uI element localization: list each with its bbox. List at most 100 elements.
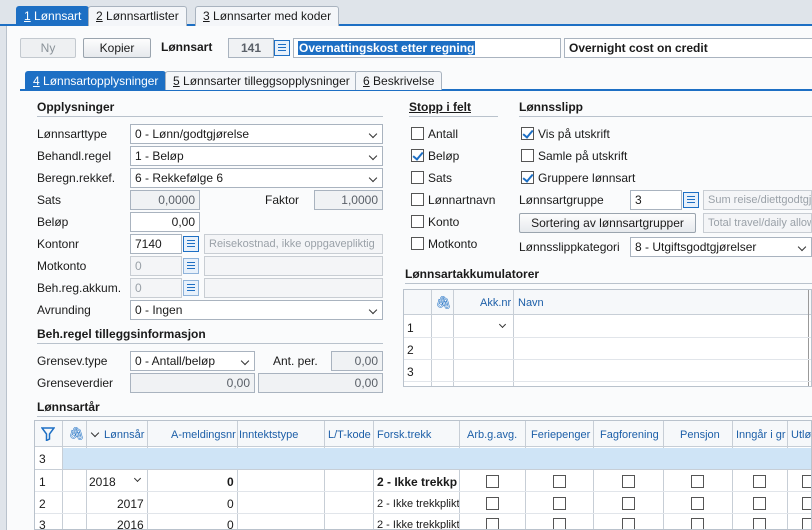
attachment-icon[interactable]: 🖇 (68, 426, 85, 442)
pensjon-checkbox[interactable] (691, 497, 704, 510)
faktor-field[interactable]: 1,0000 (314, 190, 383, 210)
motkonto-description (204, 256, 383, 276)
avrunding-select[interactable]: 0 - Ingen (130, 300, 383, 320)
filter-icon[interactable] (41, 427, 55, 441)
belop-field[interactable]: 0,00 (130, 212, 200, 232)
lonnsslippkategori-select[interactable]: 8 - Utgiftsgodtgjørelser (630, 237, 812, 257)
lonnsart-name-english-field[interactable]: Overnight cost on credit (564, 38, 812, 58)
tab-lonnsarter-med-koder[interactable]: 3 Lønnsarter med koder (195, 6, 340, 26)
lookup-list-icon[interactable] (183, 280, 199, 296)
tab-label: Lønnsarter med koder (209, 9, 332, 23)
stopp-belop-checkbox[interactable] (411, 149, 424, 162)
inngar-checkbox[interactable] (753, 475, 766, 488)
col-amelding[interactable]: A-meldingsnr (171, 429, 236, 441)
grenseverdier-label: Grenseverdier (37, 376, 114, 390)
chevron-down-icon[interactable] (498, 320, 507, 329)
tab-lonnsart[interactable]: 1 Lønnsart (16, 6, 90, 26)
new-button[interactable]: Ny (20, 38, 76, 58)
inngar-checkbox[interactable] (753, 497, 766, 510)
beregn-rekkef-label: Beregn.rekkef. (37, 171, 116, 185)
lookup-list-icon[interactable] (683, 192, 699, 208)
row-number: 2 (39, 497, 46, 511)
attachment-icon[interactable]: 🖇 (435, 295, 452, 311)
arbg-checkbox[interactable] (486, 475, 499, 488)
tab-label: Lønnsartopplysninger (39, 74, 159, 88)
fag-checkbox[interactable] (622, 497, 635, 510)
stopp-konto-checkbox[interactable] (411, 215, 424, 228)
fag-checkbox[interactable] (622, 518, 635, 529)
col-feriepenger[interactable]: Feriepenger (531, 429, 590, 441)
year-cell[interactable]: 2017 (117, 497, 144, 511)
forsk-trekk-cell[interactable]: 2 - Ikke trekkplikti (377, 519, 459, 529)
ferie-checkbox[interactable] (553, 497, 566, 510)
ferie-checkbox[interactable] (553, 475, 566, 488)
grensev-type-select[interactable]: 0 - Antall/beløp (130, 351, 255, 371)
grenseverdi-2-field[interactable]: 0,00 (258, 373, 383, 393)
row-number: 3 (407, 365, 414, 379)
pensjon-checkbox[interactable] (691, 475, 704, 488)
tab-tilleggsopplysninger[interactable]: 5 Lønnsarter tilleggsopplysninger (165, 71, 358, 90)
year-cell[interactable]: 2016 (117, 518, 144, 529)
lookup-list-icon[interactable] (183, 236, 199, 252)
tab-lonnsartopplysninger[interactable]: 4 Lønnsartopplysninger (25, 71, 167, 90)
col-fagforening[interactable]: Fagforening (600, 429, 659, 441)
lookup-list-icon[interactable] (183, 258, 199, 274)
ant-per-field[interactable]: 0,00 (331, 351, 383, 371)
col-forsk-trekk[interactable]: Forsk.trekk (377, 429, 431, 441)
utlos-checkbox[interactable] (802, 518, 811, 529)
motkonto-field[interactable]: 0 (130, 256, 182, 276)
year-cell[interactable]: 2018 (89, 475, 116, 489)
lonnsarttype-select[interactable]: 0 - Lønn/godtgjørelse (130, 124, 383, 144)
tab-lonnsartlister[interactable]: 2 Lønnsartlister (88, 6, 187, 26)
beregn-rekkef-select[interactable]: 6 - Rekkefølge 6 (130, 168, 383, 188)
utlos-checkbox[interactable] (802, 497, 811, 510)
ferie-checkbox[interactable] (553, 518, 566, 529)
utlos-checkbox[interactable] (802, 475, 811, 488)
col-akknr[interactable]: Akk.nr (480, 297, 511, 309)
col-ltkode[interactable]: L/T-kode (328, 429, 371, 441)
arbg-checkbox[interactable] (486, 497, 499, 510)
filter-row[interactable] (63, 448, 811, 469)
sortering-lonnsartgrupper-button[interactable]: Sortering av lønnsartgrupper (519, 213, 696, 233)
col-pensjon[interactable]: Pensjon (680, 429, 720, 441)
amelding-cell[interactable]: 0 (227, 475, 234, 489)
lonnsartgruppe-field[interactable]: 3 (630, 190, 682, 210)
kontonr-field[interactable]: 7140 (130, 234, 182, 254)
gruppere-lonnsart-checkbox[interactable] (521, 171, 534, 184)
stopp-lonnartnavn-checkbox[interactable] (411, 193, 424, 206)
col-inngar[interactable]: Inngår i gr (736, 429, 786, 441)
tab-num: 6 (363, 74, 370, 88)
grid-scrollbar[interactable] (808, 290, 809, 386)
stopp-motkonto-checkbox[interactable] (411, 237, 424, 250)
inngar-checkbox[interactable] (753, 518, 766, 529)
amelding-cell[interactable]: 0 (227, 497, 234, 511)
copy-button[interactable]: Kopier (83, 38, 151, 58)
behreg-akkum-field[interactable]: 0 (130, 278, 182, 298)
sats-field[interactable]: 0,0000 (130, 190, 200, 210)
lonnsarttype-label: Lønnsarttype (37, 127, 108, 141)
stopp-antall-checkbox[interactable] (411, 127, 424, 140)
grenseverdi-1-field[interactable]: 0,00 (130, 373, 255, 393)
tab-beskrivelse[interactable]: 6 Beskrivelse (355, 71, 443, 90)
lonnsart-number[interactable]: 141 (228, 38, 274, 58)
pensjon-checkbox[interactable] (691, 518, 704, 529)
col-navn[interactable]: Navn (518, 297, 544, 309)
main-tab-strip: 1 Lønnsart 2 Lønnsartlister 3 Lønnsarter… (0, 6, 812, 26)
grid-row-line (404, 337, 811, 338)
vis-pa-utskrift-checkbox[interactable] (521, 127, 534, 140)
col-arbg-avg[interactable]: Arb.g.avg. (467, 429, 517, 441)
fag-checkbox[interactable] (622, 475, 635, 488)
lookup-list-icon[interactable] (274, 40, 290, 56)
arbg-checkbox[interactable] (486, 518, 499, 529)
amelding-cell[interactable]: 0 (227, 518, 234, 529)
grid-row-line (404, 381, 811, 382)
lonnsart-name-field[interactable]: Overnattingskost etter regning (293, 38, 561, 58)
behandl-regel-select[interactable]: 1 - Beløp (130, 146, 383, 166)
col-inntektstype[interactable]: Inntektstype (239, 429, 298, 441)
col-utlos[interactable]: Utløs (791, 429, 811, 441)
stopp-sats-checkbox[interactable] (411, 171, 424, 184)
samle-pa-utskrift-checkbox[interactable] (521, 149, 534, 162)
forsk-trekk-cell[interactable]: 2 - Ikke trekkplikti (377, 498, 459, 510)
forsk-trekk-cell[interactable]: 2 - Ikke trekkp (377, 475, 459, 489)
col-lonnsar[interactable]: Lønnsår (104, 429, 144, 441)
